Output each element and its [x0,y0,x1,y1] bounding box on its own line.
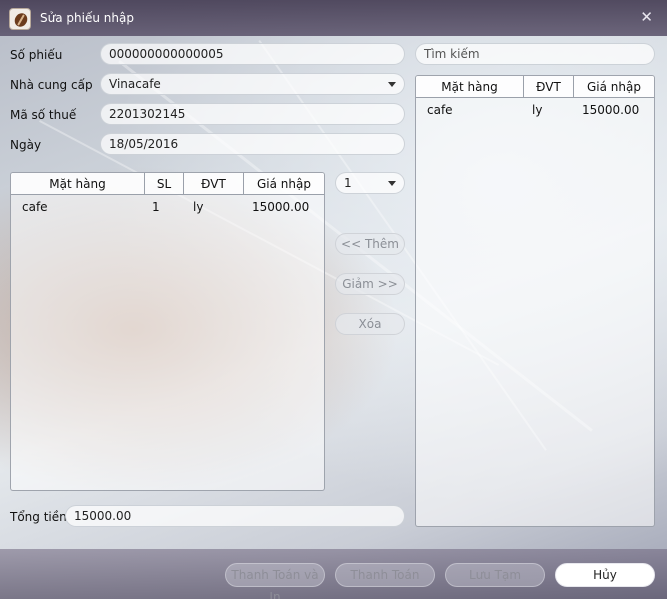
add-item-button[interactable]: << Thêm [335,233,405,255]
window-title: Sửa phiếu nhập [40,11,134,25]
table-header: Mặt hàng ĐVT Giá nhập [416,76,654,98]
title-bar: Sửa phiếu nhập ✕ [0,0,667,36]
nha-cung-cap-value: Vinacafe [109,77,161,91]
tong-tien-field[interactable]: 15000.00 [65,505,405,527]
ngay-label: Ngày [10,138,42,152]
table-cell[interactable]: 15000.00 [582,103,639,117]
ngay-field[interactable]: 18/05/2016 [100,133,405,155]
column-header[interactable]: SL [145,173,184,195]
product-list-table[interactable]: Mặt hàng ĐVT Giá nhập cafe ly 15000.00 [415,75,655,527]
column-header[interactable]: Giá nhập [244,173,324,195]
table-cell[interactable]: ly [532,103,542,117]
table-cell[interactable]: cafe [22,200,48,214]
delete-item-button[interactable]: Xóa [335,313,405,335]
tong-tien-label: Tổng tiền [10,510,67,524]
close-icon[interactable]: ✕ [640,8,653,26]
quantity-select[interactable]: 1 [335,172,405,194]
column-header[interactable]: Mặt hàng [416,76,524,98]
so-phieu-field[interactable]: 000000000000005 [100,43,405,65]
table-cell[interactable]: ly [193,200,203,214]
ma-so-thue-field[interactable]: 2201302145 [100,103,405,125]
table-cell[interactable]: 15000.00 [252,200,309,214]
search-input[interactable]: Tìm kiếm [415,43,655,65]
nha-cung-cap-label: Nhà cung cấp [10,78,93,92]
pay-and-print-button[interactable]: Thanh Toán và In [225,563,325,599]
coffee-bean-icon [9,8,31,30]
column-header[interactable]: ĐVT [524,76,574,98]
save-draft-button[interactable]: Lưu Tạm [445,563,545,587]
pay-button[interactable]: Thanh Toán [335,563,435,587]
table-cell[interactable]: cafe [427,103,453,117]
selected-items-table[interactable]: Mặt hàng SL ĐVT Giá nhập cafe 1 ly 15000… [10,172,325,491]
nha-cung-cap-select[interactable]: Vinacafe [100,73,405,95]
ma-so-thue-label: Mã số thuế [10,108,77,122]
column-header[interactable]: ĐVT [184,173,244,195]
edit-receipt-window: Sửa phiếu nhập ✕ Số phiếu 00000000000000… [0,0,667,599]
column-header[interactable]: Mặt hàng [11,173,145,195]
table-header: Mặt hàng SL ĐVT Giá nhập [11,173,324,195]
so-phieu-label: Số phiếu [10,48,63,62]
table-cell[interactable]: 1 [152,200,160,214]
decrease-item-button[interactable]: Giảm >> [335,273,405,295]
column-header[interactable]: Giá nhập [574,76,654,98]
cancel-button[interactable]: Hủy [555,563,655,587]
quantity-value: 1 [344,176,352,190]
